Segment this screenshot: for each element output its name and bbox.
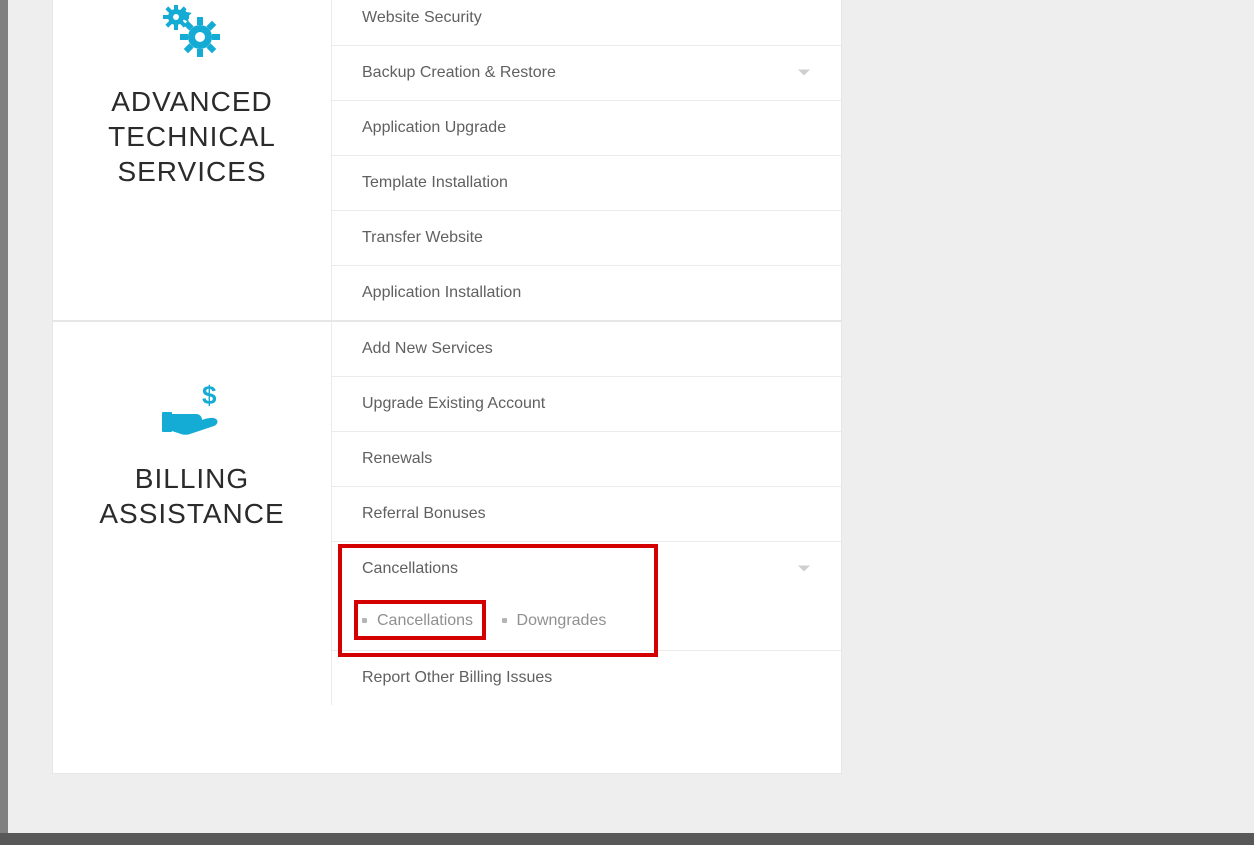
row-upgrade-existing-account[interactable]: Upgrade Existing Account	[332, 377, 841, 432]
window-left-edge	[0, 0, 8, 833]
row-template-installation[interactable]: Template Installation	[332, 156, 841, 211]
section-advanced-list: Website Security Backup Creation & Resto…	[331, 0, 841, 320]
section-billing-list: Add New Services Upgrade Existing Accoun…	[331, 322, 841, 705]
row-label: Cancellations	[362, 560, 458, 577]
section-advanced-sidebar: Advanced Technical Services	[53, 0, 331, 320]
support-categories-card: Advanced Technical Services Website Secu…	[52, 0, 842, 774]
row-report-other-billing-issues[interactable]: Report Other Billing Issues	[332, 651, 841, 705]
section-billing-assistance: $ Billing Assistance Add New Services	[53, 320, 841, 705]
page-background: Advanced Technical Services Website Secu…	[0, 0, 1254, 845]
section-advanced-technical-services: Advanced Technical Services Website Secu…	[53, 0, 841, 320]
row-cancellations-group: Cancellations Cancellations Downgrades	[332, 542, 841, 651]
category-title-billing: Billing Assistance	[53, 461, 331, 531]
row-backup-creation-restore[interactable]: Backup Creation & Restore	[332, 46, 841, 101]
row-label: Upgrade Existing Account	[362, 395, 545, 412]
chevron-down-icon	[797, 565, 811, 574]
row-application-installation[interactable]: Application Installation	[332, 266, 841, 320]
row-renewals[interactable]: Renewals	[332, 432, 841, 487]
hand-dollar-icon: $	[156, 382, 228, 443]
row-add-new-services[interactable]: Add New Services	[332, 322, 841, 377]
row-label: Add New Services	[362, 340, 493, 357]
chevron-down-icon	[797, 69, 811, 78]
subitem-cancellations[interactable]: Cancellations	[362, 612, 473, 630]
subitem-downgrades[interactable]: Downgrades	[502, 612, 607, 630]
gears-icon	[160, 5, 224, 66]
row-cancellations[interactable]: Cancellations	[332, 542, 841, 596]
bullet-icon	[502, 618, 507, 623]
category-title-line2: Technical Services	[53, 119, 331, 189]
subitem-label: Cancellations	[377, 612, 473, 630]
row-label: Website Security	[362, 9, 482, 26]
row-referral-bonuses[interactable]: Referral Bonuses	[332, 487, 841, 542]
row-website-security[interactable]: Website Security	[332, 0, 841, 46]
row-label: Renewals	[362, 450, 432, 467]
row-label: Application Installation	[362, 284, 521, 301]
category-title-advanced: Advanced Technical Services	[53, 84, 331, 189]
category-title-line1: Advanced	[53, 84, 331, 119]
category-title-line1: Billing Assistance	[53, 461, 331, 531]
row-label: Backup Creation & Restore	[362, 64, 556, 81]
row-application-upgrade[interactable]: Application Upgrade	[332, 101, 841, 156]
section-billing-sidebar: $ Billing Assistance	[53, 322, 331, 705]
row-label: Template Installation	[362, 174, 508, 191]
row-transfer-website[interactable]: Transfer Website	[332, 211, 841, 266]
row-label: Report Other Billing Issues	[362, 669, 552, 686]
row-label: Application Upgrade	[362, 119, 506, 136]
row-cancellations-subitems: Cancellations Downgrades	[332, 596, 841, 651]
row-label: Referral Bonuses	[362, 505, 486, 522]
subitem-label: Downgrades	[517, 612, 607, 630]
svg-text:$: $	[202, 382, 217, 410]
bullet-icon	[362, 618, 367, 623]
row-label: Transfer Website	[362, 229, 483, 246]
